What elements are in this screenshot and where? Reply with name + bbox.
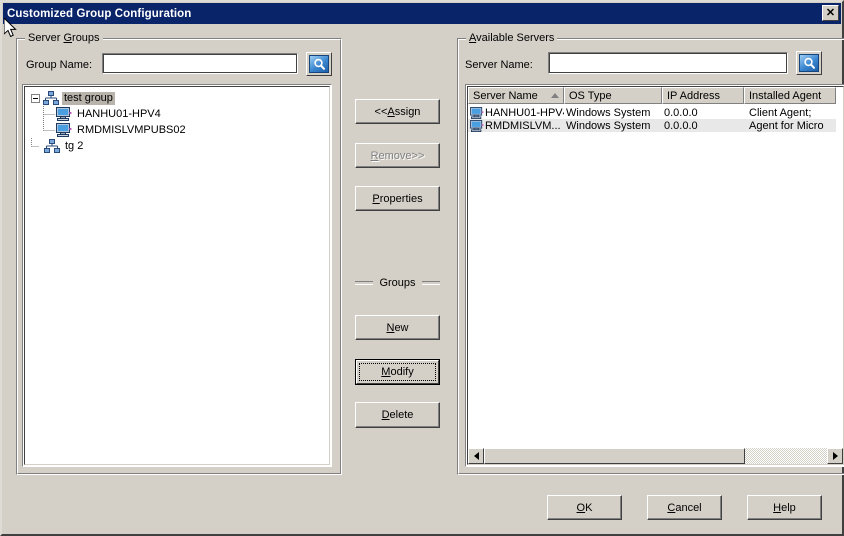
close-button[interactable]: ✕ (822, 5, 839, 21)
server-groups-tree[interactable]: test group HANHU01-HPV4 RMDMISLVMPUBS02 … (25, 87, 329, 464)
cell-ip-address: 0.0.0.0 (664, 106, 698, 119)
computer-icon (470, 119, 484, 132)
help-button[interactable]: Help (747, 495, 822, 520)
listview-header: Server Name OS Type IP Address Installed… (468, 87, 836, 104)
cell-server-name: HANHU01-HPV4 (485, 106, 564, 119)
available-servers-legend: Available Servers (466, 32, 558, 44)
cell-installed-agent: Client Agent; (749, 106, 812, 119)
group-name-label: Group Name: (26, 59, 93, 71)
scrollbar-thumb[interactable] (484, 448, 745, 464)
ok-button[interactable]: OK (547, 495, 622, 520)
tree-item-label: tg 2 (65, 139, 84, 152)
cancel-button[interactable]: Cancel (647, 495, 722, 520)
server-groups-legend: Server Groups (25, 32, 103, 44)
computer-icon (56, 107, 72, 121)
tree-item-tg-2[interactable]: tg 2 (31, 138, 329, 154)
cell-os-type: Windows System (566, 119, 651, 132)
magnifier-icon (803, 57, 815, 69)
properties-button[interactable]: Properties (355, 186, 440, 211)
tree-item-hanhu01-hpv4[interactable]: HANHU01-HPV4 (31, 106, 329, 122)
server-name-search-button[interactable] (796, 51, 822, 75)
assign-button[interactable]: <<Assign (355, 99, 440, 124)
arrow-right-icon (832, 452, 838, 460)
group-name-input[interactable] (102, 53, 298, 74)
cell-ip-address: 0.0.0.0 (664, 119, 698, 132)
scroll-right-button[interactable] (827, 448, 843, 464)
cell-installed-agent: Agent for Micro (749, 119, 824, 132)
group-icon (43, 91, 59, 105)
magnifier-icon (313, 58, 325, 70)
arrow-left-icon (473, 452, 479, 460)
scrollbar-track[interactable] (484, 448, 827, 464)
tree-item-rmdmislvmpubs02[interactable]: RMDMISLVMPUBS02 (31, 122, 329, 138)
modify-group-button[interactable]: Modify (355, 359, 440, 385)
tree-item-label: HANHU01-HPV4 (77, 107, 161, 120)
available-servers-listview[interactable]: Server Name OS Type IP Address Installed… (465, 84, 844, 467)
tree-item-label: RMDMISLVMPUBS02 (77, 123, 186, 136)
new-group-button[interactable]: New (355, 315, 440, 340)
remove-button: Remove>> (355, 143, 440, 168)
cell-server-name: RMDMISLVM... (485, 119, 561, 132)
expander-collapse-icon[interactable] (31, 93, 40, 103)
tree-connector (43, 122, 56, 138)
tree-item-test-group[interactable]: test group (31, 90, 329, 106)
cell-os-type: Windows System (566, 106, 651, 119)
server-name-input[interactable] (548, 52, 788, 74)
dialog-window: Customized Group Configuration ✕ Server … (0, 0, 844, 536)
group-name-search-button[interactable] (306, 52, 332, 76)
title-bar[interactable]: Customized Group Configuration ✕ (3, 3, 841, 24)
column-header-os-type[interactable]: OS Type (564, 87, 662, 104)
listview-horizontal-scrollbar[interactable] (468, 448, 843, 464)
delete-group-button[interactable]: Delete (355, 402, 440, 428)
column-header-installed-agent[interactable]: Installed Agent (744, 87, 836, 104)
group-icon (44, 139, 60, 153)
groups-separator-label: Groups (379, 277, 416, 289)
column-header-ip-address[interactable]: IP Address (662, 87, 744, 104)
server-groups-tree-panel[interactable]: test group HANHU01-HPV4 RMDMISLVMPUBS02 … (22, 84, 332, 467)
table-row[interactable]: RMDMISLVM... Windows System 0.0.0.0 Agen… (468, 119, 836, 132)
tree-connector (43, 106, 56, 122)
tree-connector (31, 138, 44, 154)
server-name-label: Server Name: (465, 59, 533, 71)
column-header-server-name[interactable]: Server Name (468, 87, 564, 104)
window-title: Customized Group Configuration (7, 7, 192, 20)
computer-icon (56, 123, 72, 137)
tree-item-label: test group (62, 91, 115, 105)
computer-icon (470, 106, 484, 119)
groups-separator: Groups (355, 276, 440, 290)
close-icon: ✕ (825, 6, 836, 19)
table-row[interactable]: HANHU01-HPV4 Windows System 0.0.0.0 Clie… (468, 106, 836, 119)
scroll-left-button[interactable] (468, 448, 484, 464)
sort-ascending-icon (551, 93, 559, 98)
